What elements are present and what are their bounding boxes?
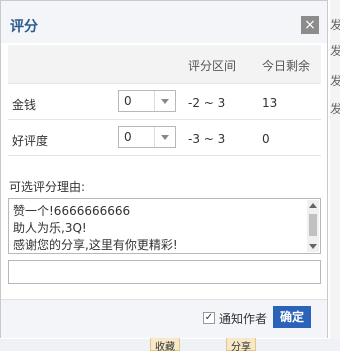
notify-author-label: 通知作者	[219, 312, 268, 326]
dialog-footer: ✓ 通知作者 确定	[1, 299, 327, 338]
notify-author-checkbox[interactable]: ✓	[203, 312, 215, 324]
background-text: 发	[330, 18, 340, 32]
table-header: 评分区间 今日剩余	[8, 45, 321, 83]
reason-label: 可选评分理由:	[9, 180, 86, 194]
scroll-up-icon[interactable]	[309, 203, 317, 208]
share-button[interactable]: 分享	[226, 337, 256, 353]
reason-input[interactable]	[8, 260, 321, 284]
reason-list[interactable]: 赞一个!6666666666 助人为乐,3Q! 感谢您的分享,这里有你更精彩!	[8, 198, 321, 254]
background-text: 发	[330, 74, 340, 88]
background-text: 发	[330, 44, 340, 58]
table-row: 好评度 0 -3 ~ 3 0	[8, 119, 321, 156]
chevron-down-icon[interactable]	[154, 91, 175, 111]
scroll-thumb[interactable]	[309, 214, 317, 236]
reason-option[interactable]: 赞一个!6666666666	[13, 202, 130, 219]
dialog-header: 评分 ×	[1, 1, 327, 43]
select-value: 0	[124, 130, 132, 144]
rating-table: 评分区间 今日剩余 金钱 0 -2 ~ 3 13 好评度 0 -3 ~ 3 0	[8, 45, 321, 156]
score-range: -3 ~ 3	[188, 132, 226, 146]
chevron-down-icon[interactable]	[154, 127, 175, 147]
confirm-button[interactable]: 确定	[273, 306, 311, 328]
scrollbar[interactable]	[307, 200, 319, 252]
background-text: 发	[330, 102, 340, 116]
today-remaining: 0	[262, 132, 270, 146]
background-page-strip: 发 发 发 发	[330, 0, 340, 351]
rating-category-label: 好评度	[12, 134, 49, 148]
rating-category-label: 金钱	[12, 98, 37, 112]
today-remaining: 13	[262, 96, 278, 110]
favorite-button[interactable]: 收藏	[150, 337, 180, 353]
money-score-select[interactable]: 0	[118, 90, 176, 112]
table-row: 金钱 0 -2 ~ 3 13	[8, 83, 321, 120]
reason-option[interactable]: 感谢您的分享,这里有你更精彩!	[13, 236, 178, 253]
scroll-down-icon[interactable]	[309, 244, 317, 249]
close-button[interactable]: ×	[301, 16, 319, 34]
reputation-score-select[interactable]: 0	[118, 126, 176, 148]
close-icon: ×	[304, 17, 316, 33]
score-range: -2 ~ 3	[188, 96, 226, 110]
reason-option[interactable]: 助人为乐,3Q!	[13, 219, 87, 236]
dialog-title: 评分	[10, 19, 38, 35]
today-remaining-column-header: 今日剩余	[262, 59, 311, 73]
rating-dialog: 评分 × 评分区间 今日剩余 金钱 0 -2 ~ 3 13 好评度 0 -3 ~…	[0, 0, 328, 338]
background-toolbar: 收藏 分享	[0, 337, 340, 353]
select-value: 0	[124, 94, 132, 108]
range-column-header: 评分区间	[188, 59, 237, 73]
